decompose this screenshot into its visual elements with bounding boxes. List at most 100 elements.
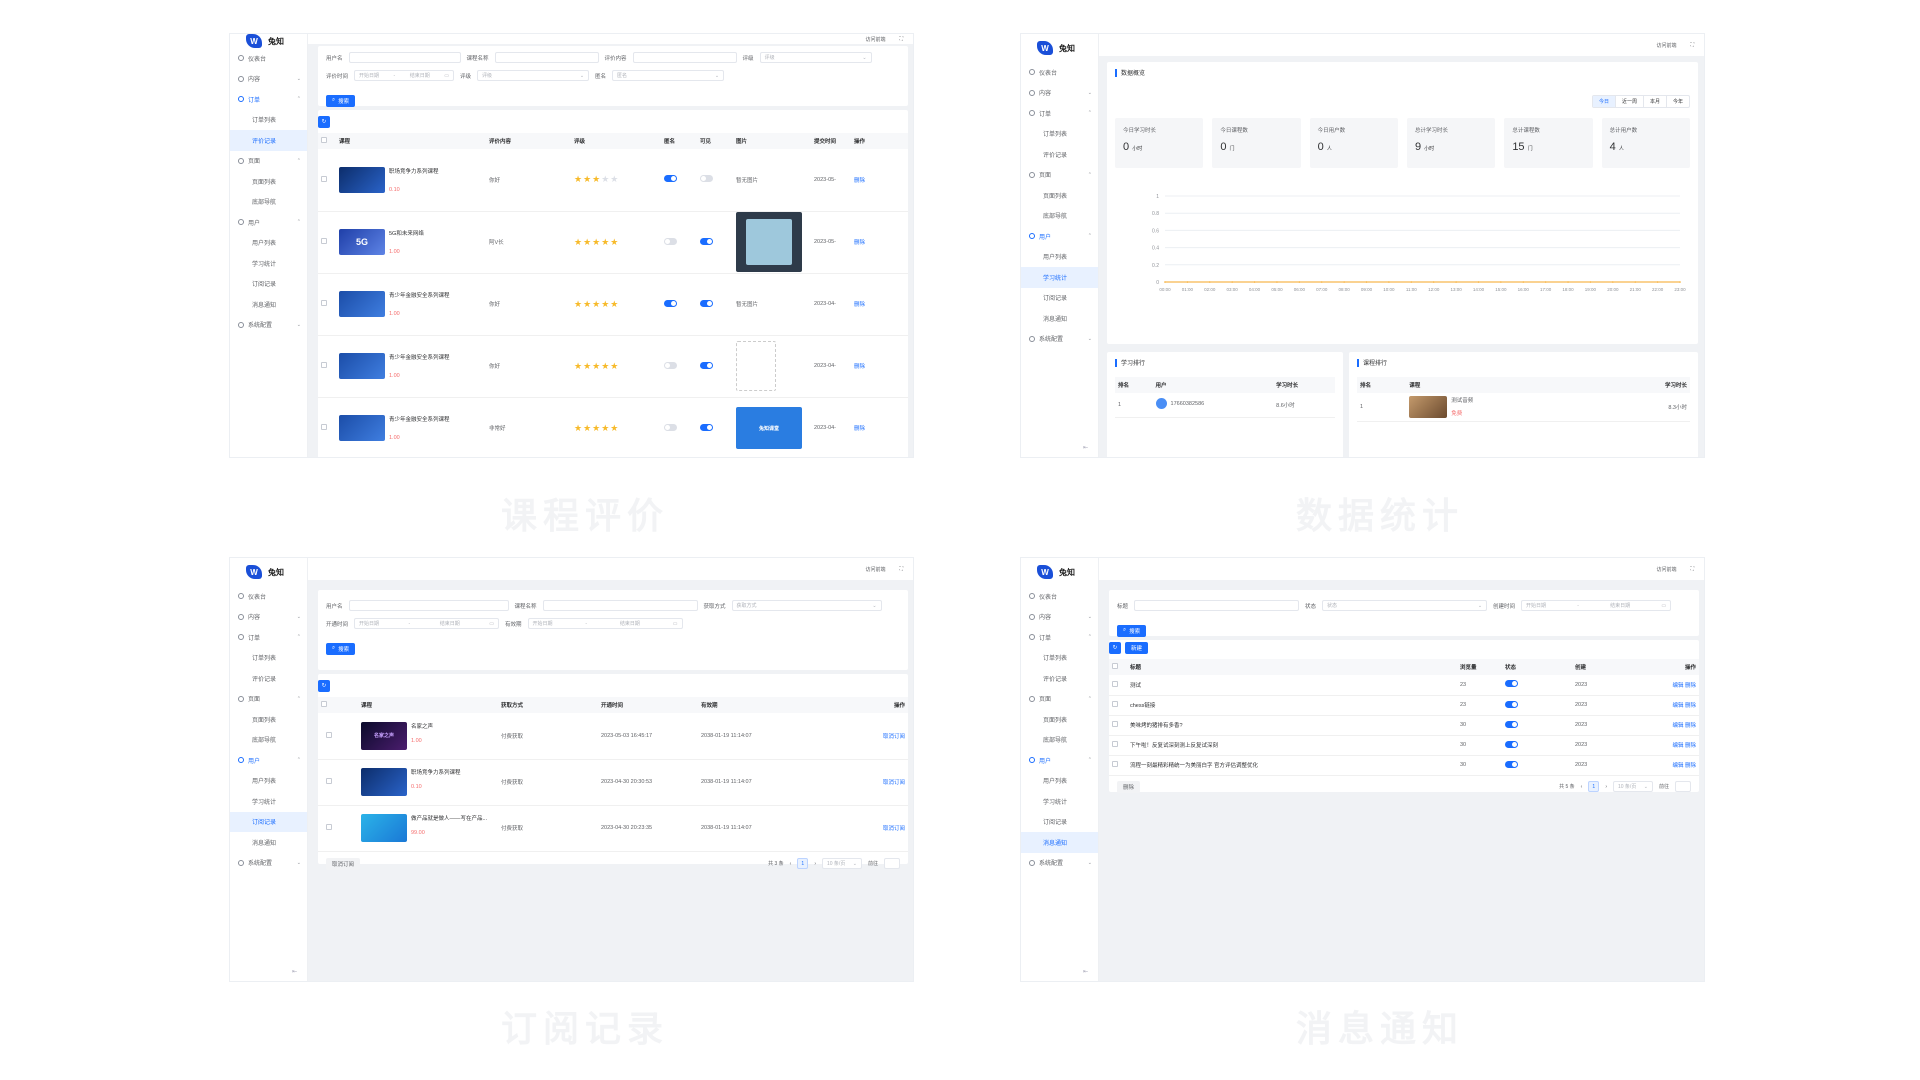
menu-study-stats[interactable]: 学习统计 [1021, 791, 1098, 812]
menu-order[interactable]: 订单 ⌃ [230, 627, 307, 648]
menu-sub-records[interactable]: 订阅记录 [230, 274, 307, 295]
anon-toggle[interactable] [664, 299, 677, 307]
menu-content[interactable]: 内容 ⌄ [1021, 607, 1098, 628]
menu-dashboard[interactable]: 仪表台 [1021, 62, 1098, 83]
anon-select[interactable]: 匿名 ⌄ [612, 70, 725, 81]
menu-page-list[interactable]: 页面列表 [1021, 185, 1098, 206]
select-all-checkbox[interactable] [321, 701, 327, 707]
anon-toggle[interactable] [664, 175, 677, 183]
anon-toggle[interactable] [664, 237, 677, 245]
status-toggle[interactable] [1505, 720, 1518, 728]
menu-bottom-nav[interactable]: 底部导航 [230, 730, 307, 751]
range-month[interactable]: 本月 [1644, 96, 1667, 107]
menu-content[interactable]: 内容 ⌄ [230, 607, 307, 628]
method-select[interactable]: 获取方式 ⌄ [731, 600, 882, 611]
status-toggle[interactable] [1505, 760, 1518, 768]
row-checkbox[interactable] [1112, 721, 1118, 727]
menu-user-list[interactable]: 用户列表 [230, 771, 307, 792]
delete-link[interactable]: 删除 [854, 364, 865, 370]
refresh-button[interactable]: ↻ [318, 116, 330, 128]
select-all-checkbox[interactable] [321, 137, 327, 143]
menu-notify[interactable]: 消息通知 [1021, 308, 1098, 329]
review-image[interactable] [736, 212, 802, 272]
menu-notify[interactable]: 消息通知 [230, 832, 307, 853]
visible-toggle[interactable] [700, 423, 713, 431]
status-toggle[interactable] [1505, 680, 1518, 688]
edit-link[interactable]: 编辑 [1672, 703, 1683, 709]
delete-link[interactable]: 删除 [854, 302, 865, 308]
menu-sub-records[interactable]: 订阅记录 [230, 811, 307, 832]
delete-link[interactable]: 删除 [854, 426, 865, 432]
menu-user-list[interactable]: 用户列表 [230, 233, 307, 254]
menu-settings[interactable]: 系统配置 ⌄ [1021, 853, 1098, 874]
valid-time-picker[interactable]: 开始日期 - 结束日期 ▭ [527, 618, 683, 629]
menu-user-list[interactable]: 用户列表 [1021, 247, 1098, 268]
row-checkbox[interactable] [321, 424, 327, 430]
menu-user-list[interactable]: 用户列表 [1021, 771, 1098, 792]
menu-settings[interactable]: 系统配置 ⌄ [1021, 329, 1098, 350]
username-input[interactable] [348, 52, 461, 63]
menu-reviews[interactable]: 评价记录 [1021, 144, 1098, 165]
content-input[interactable] [632, 52, 737, 63]
collapse-icon[interactable]: ⇤ [292, 968, 297, 975]
menu-reviews[interactable]: 评价记录 [230, 668, 307, 689]
visit-frontend-link[interactable]: 访问前端 [1656, 42, 1676, 49]
username-input[interactable] [348, 600, 509, 611]
menu-user[interactable]: 用户 ⌃ [230, 750, 307, 771]
delete-link[interactable]: 删除 [1685, 723, 1696, 729]
delete-link[interactable]: 删除 [1685, 683, 1696, 689]
fullscreen-icon[interactable]: ⛶ [899, 36, 903, 42]
next-page-icon[interactable]: › [814, 861, 816, 867]
edit-link[interactable]: 编辑 [1672, 683, 1683, 689]
status-select[interactable]: 状态 ⌄ [1322, 600, 1488, 611]
visible-toggle[interactable] [700, 361, 713, 369]
bulk-unsubscribe-button[interactable]: 取消订阅 [326, 857, 361, 870]
menu-order[interactable]: 订单 ⌃ [230, 89, 307, 110]
menu-dashboard[interactable]: 仪表台 [230, 48, 307, 69]
anon-toggle[interactable] [664, 361, 677, 369]
course-input[interactable] [542, 600, 698, 611]
menu-content[interactable]: 内容 ⌄ [230, 69, 307, 90]
menu-order-list[interactable]: 订单列表 [230, 648, 307, 669]
visit-frontend-link[interactable]: 访问前端 [1656, 566, 1676, 573]
menu-order-list[interactable]: 订单列表 [1021, 124, 1098, 145]
row-checkbox[interactable] [326, 778, 332, 784]
visible-toggle[interactable] [700, 237, 713, 245]
unsubscribe-link[interactable]: 取消订阅 [883, 734, 905, 740]
range-today[interactable]: 今日 [1592, 96, 1616, 107]
visit-frontend-link[interactable]: 访问前端 [865, 36, 885, 43]
visible-toggle[interactable] [700, 299, 713, 307]
visible-toggle[interactable] [700, 175, 713, 183]
menu-reviews[interactable]: 评价记录 [230, 130, 307, 151]
menu-bottom-nav[interactable]: 底部导航 [230, 192, 307, 213]
menu-settings[interactable]: 系统配置 ⌄ [230, 315, 307, 336]
range-week[interactable]: 近一周 [1616, 96, 1644, 107]
row-checkbox[interactable] [1112, 741, 1118, 747]
open-time-picker[interactable]: 开始日期 - 结束日期 ▭ [354, 618, 500, 629]
menu-order-list[interactable]: 订单列表 [1021, 648, 1098, 669]
collapse-icon[interactable]: ⇤ [1083, 444, 1088, 451]
row-checkbox[interactable] [321, 300, 327, 306]
range-year[interactable]: 今年 [1667, 96, 1689, 107]
unsubscribe-link[interactable]: 取消订阅 [883, 780, 905, 786]
row-checkbox[interactable] [1112, 761, 1118, 767]
delete-link[interactable]: 删除 [1685, 743, 1696, 749]
search-button[interactable]: ⌕ 搜索 [326, 94, 356, 107]
bulk-delete-button[interactable]: 删除 [1117, 780, 1141, 793]
row-checkbox[interactable] [321, 362, 327, 368]
course-input[interactable] [494, 52, 599, 63]
created-time-picker[interactable]: 开始日期 - 结束日期 ▭ [1521, 600, 1672, 611]
new-button[interactable]: 新建 [1125, 642, 1149, 654]
title-input[interactable] [1134, 600, 1300, 611]
menu-bottom-nav[interactable]: 底部导航 [1021, 730, 1098, 751]
menu-user[interactable]: 用户 ⌃ [230, 212, 307, 233]
menu-sub-records[interactable]: 订阅记录 [1021, 812, 1098, 833]
menu-bottom-nav[interactable]: 底部导航 [1021, 206, 1098, 227]
menu-study-stats[interactable]: 学习统计 [230, 791, 307, 812]
prev-page-icon[interactable]: ‹ [1581, 784, 1583, 790]
select-all-checkbox[interactable] [1112, 663, 1118, 669]
menu-order[interactable]: 订单 ⌃ [1021, 103, 1098, 124]
status-toggle[interactable] [1505, 740, 1518, 748]
review-image[interactable]: 兔知课堂 [736, 407, 802, 449]
page-size-select[interactable]: 10 条/页 ⌄ [821, 858, 862, 869]
